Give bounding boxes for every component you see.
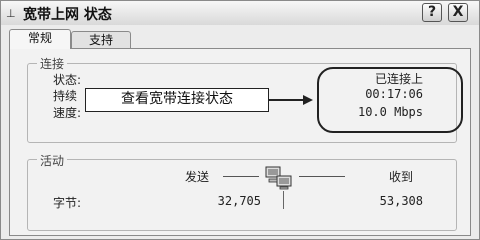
network-computers-icon [265,166,292,190]
bytes-label: 字节: [53,196,82,210]
sent-line [223,176,259,177]
connection-group-label: 连接 [37,55,68,72]
bytes-sent-value: 32,705 [217,194,261,208]
network-icon: ⊥ [6,7,16,20]
tab-general[interactable]: 常规 [9,29,71,49]
highlight-oval [317,67,463,133]
title-bar[interactable]: ⊥ 宽带上网 状态 ? X [1,1,479,25]
duration-label: 持续 [53,89,78,103]
close-button[interactable]: X [448,3,468,22]
annotation-callout: 查看宽带连接状态 [85,88,269,112]
activity-divider [283,191,284,209]
activity-group-label: 活动 [37,152,68,169]
window-title: 宽带上网 状态 [23,7,112,23]
help-button[interactable]: ? [422,3,442,22]
status-dialog: ⊥ 宽带上网 状态 ? X 常规 支持 连接 状态: 持续 速度: 已连接上 0… [0,0,480,240]
bytes-received-value: 53,308 [379,194,423,208]
speed-label: 速度: [53,106,82,120]
status-label: 状态: [53,73,82,87]
annotation-arrowhead [303,95,313,105]
received-label: 收到 [389,170,414,184]
received-line [299,176,345,177]
sent-label: 发送 [185,170,210,184]
